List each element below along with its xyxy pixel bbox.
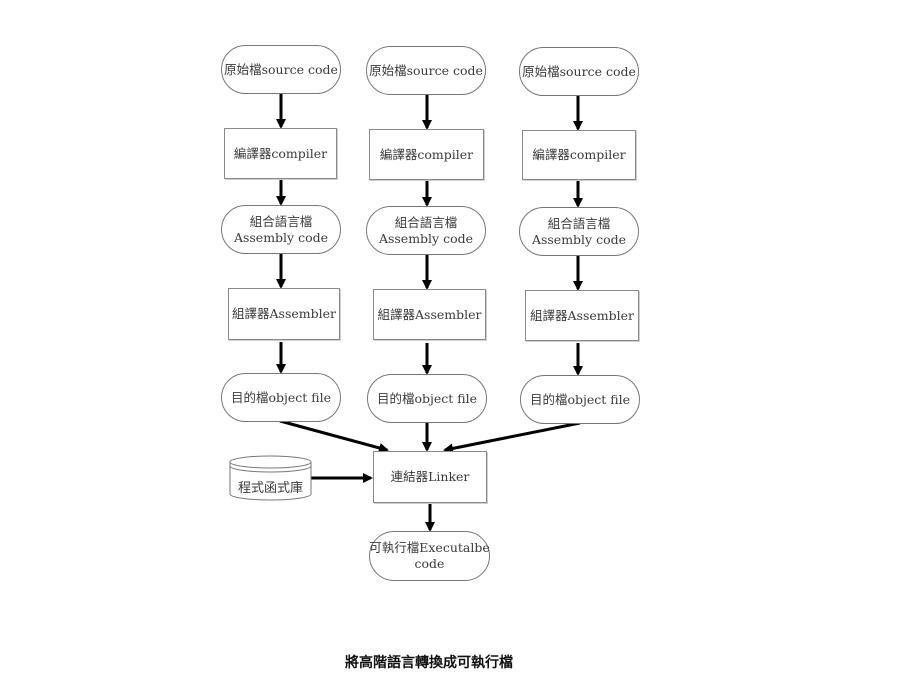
diagram-caption: 將高階語言轉換成可執行檔	[345, 655, 513, 671]
executable-label-line2: code	[414, 556, 445, 571]
assembly-label-zh: 組合語言檔	[547, 215, 611, 231]
arrow-c3-object-to-linker	[443, 421, 581, 454]
assembly-code-node-1: 組合語言檔 Assembly code	[221, 205, 341, 254]
compiler-node-3: 編譯器compiler	[522, 130, 636, 180]
compiler-label: 編譯器compiler	[532, 147, 626, 162]
assembly-label-zh: 組合語言檔	[249, 213, 313, 229]
assembly-label-en: Assembly code	[233, 229, 329, 245]
source-code-node-2: 原始檔source code	[366, 46, 486, 95]
flowchart-connectors	[229, 93, 583, 532]
object-file-label: 目的檔object file	[376, 390, 478, 406]
assembly-code-node-2: 組合語言檔 Assembly code	[366, 206, 486, 255]
assembly-label-en: Assembly code	[378, 230, 474, 246]
source-code-label: 原始檔source code	[224, 61, 338, 77]
object-file-node-2: 目的檔object file	[367, 374, 487, 423]
compiler-node-1: 編譯器compiler	[224, 128, 337, 179]
arrow-c1-object-to-linker	[279, 419, 389, 453]
assembler-node-2: 組譯器Assembler	[373, 289, 486, 340]
linker-label: 連結器Linker	[390, 469, 470, 484]
executable-label-line1: 可執行檔Executalbe	[369, 540, 490, 555]
object-file-label: 目的檔object file	[230, 389, 332, 405]
assembly-label-en: Assembly code	[531, 231, 627, 247]
assembler-node-3: 組譯器Assembler	[525, 290, 639, 341]
library-label: 程式函式庫	[237, 481, 303, 496]
source-code-node-3: 原始檔source code	[519, 47, 639, 96]
source-code-node-1: 原始檔source code	[221, 45, 341, 94]
assembler-label: 組譯器Assembler	[377, 306, 482, 322]
assembly-code-node-3: 組合語言檔 Assembly code	[519, 207, 639, 256]
executable-code-node: 可執行檔Executalbe code	[369, 531, 490, 581]
linker-node: 連結器Linker	[373, 451, 487, 503]
object-file-node-3: 目的檔object file	[520, 375, 640, 424]
compiler-label: 編譯器compiler	[233, 145, 328, 161]
object-file-node-1: 目的檔object file	[221, 373, 341, 422]
assembler-node-1: 組譯器Assembler	[228, 288, 340, 340]
object-file-label: 目的檔object file	[529, 391, 631, 407]
source-code-label: 原始檔source code	[522, 63, 636, 79]
assembly-label-zh: 組合語言檔	[394, 214, 458, 230]
compiler-node-2: 編譯器compiler	[369, 129, 484, 180]
assembler-label: 組譯器Assembler	[530, 307, 634, 323]
assembler-label: 組譯器Assembler	[232, 306, 336, 321]
source-code-label: 原始檔source code	[369, 62, 483, 78]
compiler-label: 編譯器compiler	[379, 146, 474, 162]
